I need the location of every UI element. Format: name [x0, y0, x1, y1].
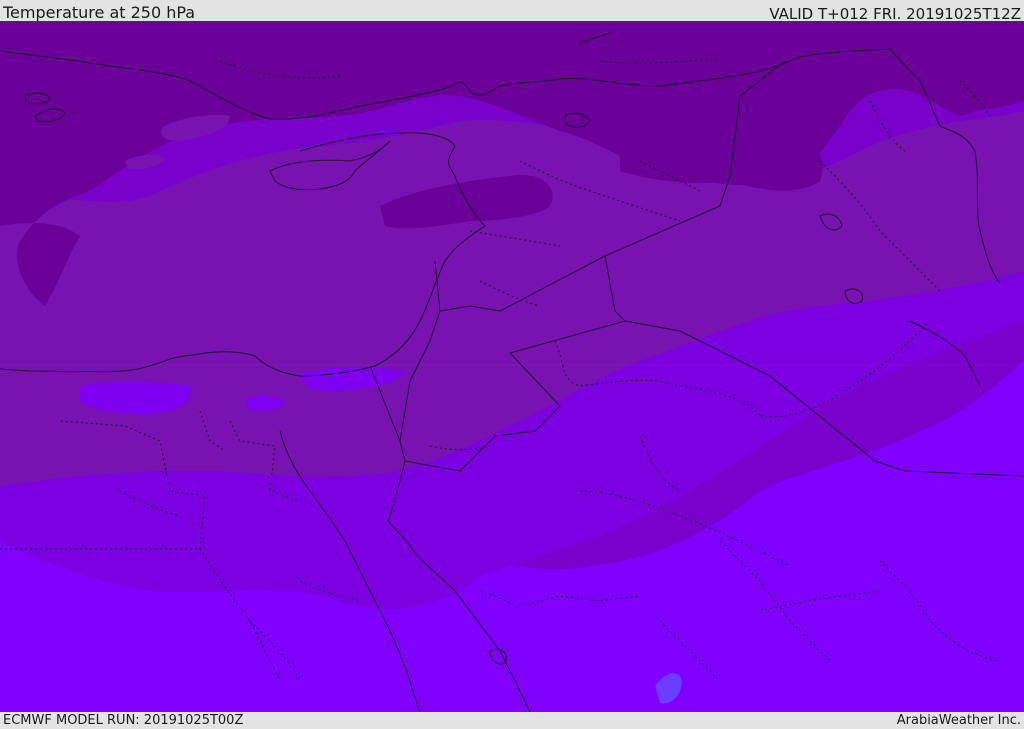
map-panel[interactable]: [0, 21, 1024, 712]
temperature-map[interactable]: [0, 21, 1024, 712]
credit-label: ArabiaWeather Inc.: [896, 713, 1021, 728]
map-title: Temperature at 250 hPa: [3, 3, 196, 22]
header-bar: Temperature at 250 hPa VALID T+012 FRI. …: [0, 0, 1024, 23]
footer-bar: ECMWF MODEL RUN: 20191025T00Z ArabiaWeat…: [0, 712, 1024, 729]
model-run: ECMWF MODEL RUN: 20191025T00Z: [3, 713, 244, 728]
